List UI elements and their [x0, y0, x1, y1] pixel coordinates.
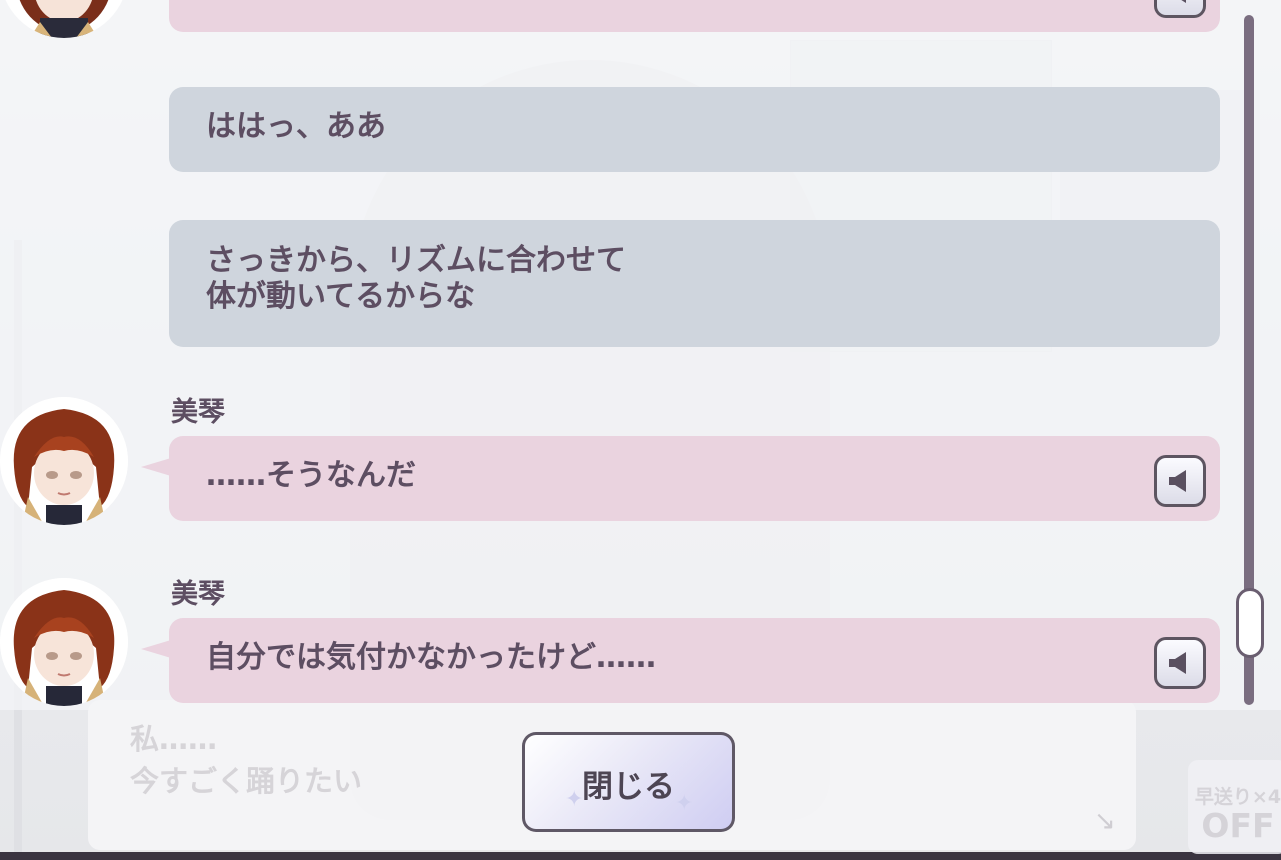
- message-line: 体が動いてるからな: [206, 279, 476, 314]
- speaker-icon: [1169, 652, 1186, 674]
- fast-forward-label: 早送り×4: [1194, 786, 1281, 808]
- character-avatar: [0, 578, 128, 706]
- log-message-bubble: ……そうなんだ: [169, 436, 1220, 521]
- speaker-icon: [1169, 470, 1186, 492]
- character-avatar: [0, 0, 128, 38]
- log-message-bubble: 自分では気付かなかったけど……: [169, 618, 1220, 703]
- message-line: ……そうなんだ: [206, 458, 416, 493]
- voice-replay-button[interactable]: [1154, 637, 1206, 689]
- speaker-name: 美琴: [171, 397, 225, 428]
- story-log-screen: 私…… 今すごく踊りたい ↘ 早送り×4 OFF ははっ、ああ さっきから、リズ…: [0, 0, 1281, 860]
- log-message-bubble: ははっ、ああ: [169, 87, 1220, 172]
- bubble-tail: [141, 458, 171, 476]
- message-line: 自分では気付かなかったけど……: [206, 640, 656, 675]
- close-button-label: 閉じる: [582, 769, 675, 805]
- message-line: ははっ、ああ: [206, 109, 386, 144]
- voice-replay-button[interactable]: [1154, 455, 1206, 507]
- bubble-tail: [141, 640, 171, 658]
- message-line: さっきから、リズムに合わせて: [206, 243, 626, 278]
- log-message-bubble: [169, 0, 1220, 32]
- speaker-name: 美琴: [171, 579, 225, 610]
- underlying-message-line: 私……: [130, 722, 218, 756]
- close-button[interactable]: ✦ ✦ 閉じる: [522, 732, 735, 832]
- log-overlay: ははっ、ああ さっきから、リズムに合わせて 体が動いてるからな 美琴 ……そうな…: [0, 0, 1281, 710]
- speaker-icon: [1181, 0, 1186, 3]
- voice-replay-button[interactable]: [1154, 0, 1206, 18]
- underlying-message-line: 今すごく踊りたい: [130, 764, 363, 798]
- bottom-edge: [0, 852, 1281, 860]
- log-message-bubble: さっきから、リズムに合わせて 体が動いてるからな: [169, 220, 1220, 347]
- scrollbar-thumb[interactable]: [1236, 588, 1264, 658]
- character-avatar: [0, 397, 128, 525]
- advance-arrow-icon: ↘: [1094, 806, 1116, 836]
- fast-forward-state: OFF: [1201, 806, 1275, 845]
- fast-forward-button[interactable]: 早送り×4 OFF: [1188, 760, 1281, 854]
